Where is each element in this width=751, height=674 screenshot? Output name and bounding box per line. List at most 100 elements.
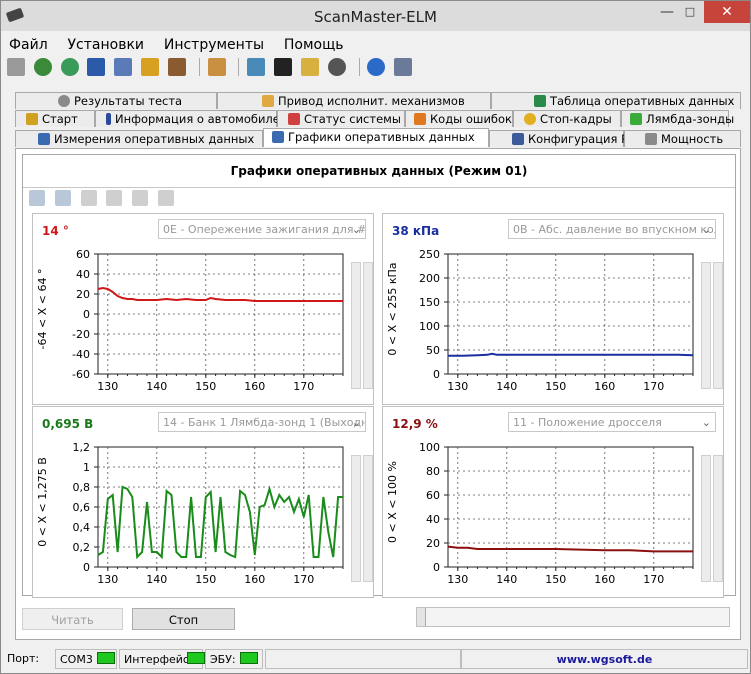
- tab-start[interactable]: Старт: [15, 110, 95, 127]
- dyno-icon: [645, 133, 657, 145]
- freeze-frame-icon[interactable]: [141, 58, 160, 76]
- chevron-down-icon: ⌄: [701, 416, 711, 429]
- tab-test-results[interactable]: Результаты теста: [15, 92, 217, 109]
- pid-selector[interactable]: 11 - Положение дросселя ⌄: [508, 412, 716, 432]
- graph-scrollbar[interactable]: [713, 455, 723, 582]
- y-tick-label: 0: [433, 368, 440, 381]
- port-label: Порт:: [7, 652, 40, 665]
- menu-bar: Файл Установки Инструменты Помощь: [1, 34, 352, 56]
- x-tick-label: 150: [545, 573, 566, 586]
- x-tick-label: 160: [594, 380, 615, 393]
- info-icon[interactable]: [367, 58, 386, 76]
- time-slider[interactable]: [416, 607, 730, 627]
- tab-actuators[interactable]: Привод исполнит. механизмов: [217, 92, 491, 109]
- pid-selector[interactable]: 0B - Абс. давление во впускном кол ⌄: [508, 219, 716, 239]
- y-tick-label: 0,2: [73, 541, 91, 554]
- graph-current-value: 38 кПа: [392, 224, 440, 238]
- read-button[interactable]: Читать: [22, 608, 123, 630]
- window-title: ScanMaster-ELM: [314, 8, 437, 26]
- close-button[interactable]: ✕: [704, 1, 750, 23]
- chevron-down-icon: ⌄: [351, 223, 361, 236]
- graph-scrollbar[interactable]: [363, 262, 373, 389]
- y-tick-label: 40: [76, 268, 90, 281]
- y-tick-label: 60: [76, 248, 90, 261]
- x-tick-label: 170: [293, 380, 314, 393]
- x-tick-label: 160: [244, 573, 265, 586]
- remove-graph-icon[interactable]: [54, 190, 71, 206]
- x-tick-label: 150: [195, 380, 216, 393]
- y-tick-label: 200: [419, 272, 440, 285]
- tab-live-data-measure[interactable]: Измерения оперативных данных: [15, 130, 263, 147]
- tab-freeze-frames[interactable]: Стоп-кадры: [513, 110, 621, 127]
- slider-thumb[interactable]: [417, 608, 426, 626]
- battery-icon[interactable]: [300, 58, 319, 76]
- vehicle-info-icon[interactable]: [60, 58, 79, 76]
- plot-area: [447, 253, 694, 375]
- port-status: COM3: [55, 649, 117, 669]
- pid-selector[interactable]: 14 - Банк 1 Лямбда-зонд 1 (Выходно ⌄: [158, 412, 366, 432]
- stop-icon[interactable]: [327, 58, 346, 76]
- y-tick-label: -60: [72, 368, 90, 381]
- tab-live-data-table[interactable]: Таблица оперативных данных: [491, 92, 741, 109]
- tab-live-data-graphs[interactable]: Графики оперативных данных: [263, 128, 489, 147]
- tab-oxygen-sensors[interactable]: Лямбда-зонды: [621, 110, 734, 127]
- graph-oxygen-sensor: 1,2 1 0,8 0,6 0,4 0,2 0 130 140 150 160 170 0,695 В…: [32, 406, 374, 598]
- graph-plot: 100 80 60 40 20 0 130 140 150 160 170: [419, 441, 694, 586]
- y-tick-label: 1,2: [73, 441, 91, 454]
- exit-icon[interactable]: [394, 58, 413, 76]
- graph-throttle-position: 100 80 60 40 20 0 130 140 150 160 170 12,9 % 11 - …: [382, 406, 724, 598]
- graph-scrollbar[interactable]: [363, 455, 373, 582]
- tab-dtc[interactable]: Коды ошибок: [405, 110, 513, 127]
- graph-plot: 250 200 150 100 50 0 130 140 150 160 170: [419, 248, 694, 393]
- add-graph-icon[interactable]: [29, 190, 45, 206]
- graphs-frame: Графики оперативных данных (Режим 01) 60…: [22, 154, 736, 598]
- stop-button[interactable]: Стоп: [132, 608, 235, 630]
- terminal-icon[interactable]: [274, 58, 293, 76]
- globe-icon[interactable]: [33, 58, 52, 76]
- clipboard-icon[interactable]: [207, 58, 226, 76]
- graph-toolbar: [29, 190, 180, 210]
- graph-scrollbar[interactable]: [713, 262, 723, 389]
- graph-scrollbar[interactable]: [701, 262, 711, 389]
- graph-manifold-pressure: 250 200 150 100 50 0 130 140 150 160 170 38 кПа 0B…: [382, 213, 724, 405]
- tab-vehicle-info[interactable]: Информация о автомобиле: [95, 110, 280, 127]
- toolbar-separator: [358, 58, 360, 76]
- menu-file[interactable]: Файл: [1, 34, 56, 56]
- tab-power[interactable]: Мощность: [624, 130, 741, 147]
- interface-led: [186, 652, 205, 664]
- actuator-icon[interactable]: [167, 58, 186, 76]
- maximize-button[interactable]: □: [675, 1, 705, 23]
- chevron-down-icon: ⌄: [351, 416, 361, 429]
- sensor-icon: [630, 113, 642, 125]
- panel-title: Графики оперативных данных (Режим 01): [23, 155, 735, 188]
- connect-icon[interactable]: [7, 58, 25, 76]
- y-tick-label: 80: [426, 465, 440, 478]
- info-icon: [106, 113, 111, 125]
- graph-range-label: -64 < X < 64 °: [36, 268, 49, 350]
- print-icon[interactable]: [132, 190, 149, 206]
- graph-current-value: 12,9 %: [392, 417, 438, 431]
- x-tick-label: 140: [496, 380, 517, 393]
- graph-scrollbar[interactable]: [351, 455, 361, 582]
- menu-settings[interactable]: Установки: [60, 34, 153, 56]
- pid-selector[interactable]: 0E - Опережение зажигания для #1 ⌄: [158, 219, 366, 239]
- app-window: ScanMaster-ELM — □ ✕ Файл Установки Инст…: [0, 0, 751, 674]
- print-preview-icon[interactable]: [158, 190, 175, 206]
- chart-icon[interactable]: [114, 58, 133, 76]
- menu-help[interactable]: Помощь: [276, 34, 352, 56]
- menu-tools[interactable]: Инструменты: [156, 34, 272, 56]
- tab-pid-config[interactable]: Конфигурация PID: [489, 130, 640, 147]
- graph-scrollbar[interactable]: [701, 455, 711, 582]
- graph-scrollbar[interactable]: [351, 262, 361, 389]
- open-icon[interactable]: [80, 190, 97, 206]
- website-link[interactable]: www.wgsoft.de: [461, 649, 748, 669]
- chart-icon: [272, 131, 284, 143]
- save-icon[interactable]: [106, 190, 123, 206]
- y-tick-label: 60: [426, 489, 440, 502]
- tab-system-status[interactable]: Статус системы: [277, 110, 405, 127]
- monitor-icon[interactable]: [247, 58, 266, 76]
- y-tick-label: 20: [426, 537, 440, 550]
- table-icon[interactable]: [87, 58, 106, 76]
- table-icon: [534, 95, 546, 107]
- x-tick-label: 170: [293, 573, 314, 586]
